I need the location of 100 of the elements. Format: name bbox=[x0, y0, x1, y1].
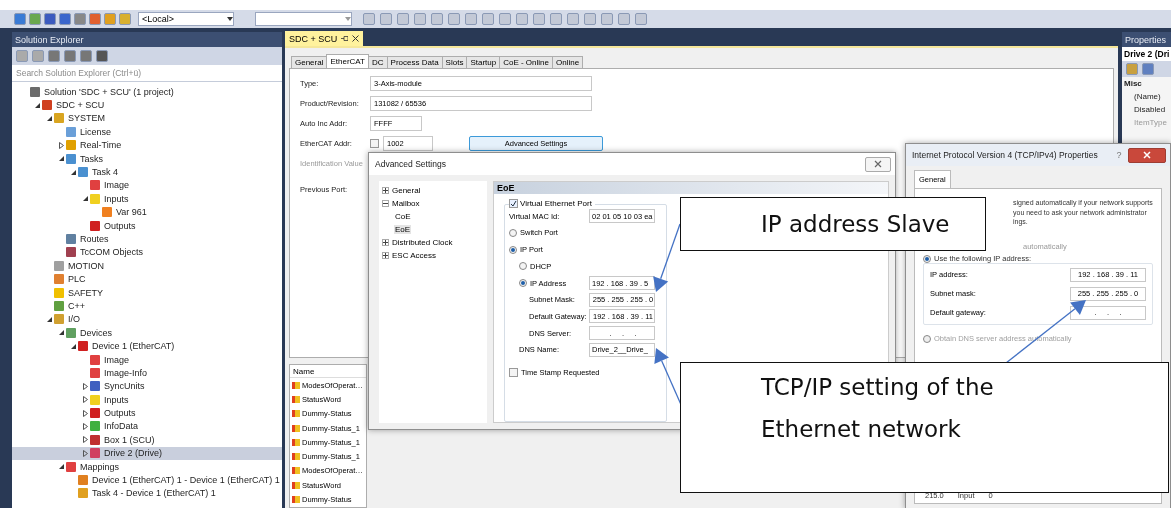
expand-icon[interactable] bbox=[382, 239, 389, 246]
tree-item[interactable]: Task 4 bbox=[12, 165, 282, 179]
collapsed-arrow-icon[interactable] bbox=[82, 382, 88, 390]
radio-button[interactable] bbox=[923, 254, 931, 263]
help-button[interactable]: ? bbox=[1110, 147, 1128, 163]
collapsed-arrow-icon[interactable] bbox=[82, 449, 88, 457]
tree-item[interactable]: Var 961 bbox=[12, 205, 282, 219]
tree-item[interactable]: Outputs bbox=[12, 218, 282, 233]
tree-item[interactable]: CoE bbox=[394, 212, 412, 221]
tree-item[interactable]: Real-Time bbox=[12, 138, 282, 152]
tree-item[interactable]: Devices bbox=[12, 326, 282, 340]
toolbar-button[interactable] bbox=[431, 13, 443, 25]
collapsed-arrow-icon[interactable] bbox=[58, 141, 64, 149]
tree-item[interactable]: Image bbox=[12, 352, 282, 367]
tree-item[interactable]: Outputs bbox=[12, 406, 282, 420]
expanded-arrow-icon[interactable] bbox=[46, 316, 52, 322]
search-field[interactable]: Search Solution Explorer (Ctrl+ü) bbox=[12, 65, 282, 82]
expand-icon[interactable] bbox=[382, 187, 389, 194]
expanded-arrow-icon[interactable] bbox=[58, 156, 64, 162]
tab[interactable]: DC bbox=[368, 56, 388, 68]
target-combo[interactable]: <Local> bbox=[138, 12, 234, 26]
tab[interactable]: Startup bbox=[466, 56, 501, 68]
tree-item[interactable]: Device 1 (EtherCAT) bbox=[12, 339, 282, 353]
expanded-arrow-icon[interactable] bbox=[70, 343, 76, 349]
checkbox[interactable] bbox=[509, 198, 518, 208]
toolbar-button[interactable] bbox=[550, 13, 562, 25]
tree-item[interactable]: InfoData bbox=[12, 419, 282, 434]
tree-item[interactable]: Image-Info bbox=[12, 366, 282, 380]
checkbox[interactable] bbox=[370, 138, 379, 148]
tree-item[interactable]: License bbox=[12, 125, 282, 139]
toolbar-button[interactable] bbox=[448, 13, 460, 25]
tree-item[interactable]: Device 1 (EtherCAT) 1 - Device 1 (EtherCAT) 1 bbox=[12, 473, 282, 487]
tree-item[interactable]: SYSTEM bbox=[12, 111, 282, 126]
expanded-arrow-icon[interactable] bbox=[70, 169, 76, 175]
tree-item[interactable]: Box 1 (SCU) bbox=[12, 433, 282, 447]
tree-item[interactable]: TcCOM Objects bbox=[12, 245, 282, 260]
tree-item[interactable]: Inputs bbox=[12, 393, 282, 407]
expanded-arrow-icon[interactable] bbox=[34, 102, 40, 108]
expand-icon[interactable] bbox=[382, 252, 389, 259]
toolbar-button[interactable] bbox=[618, 13, 630, 25]
toolbar-button[interactable] bbox=[635, 13, 647, 25]
radio-button[interactable] bbox=[509, 229, 517, 237]
tree-item[interactable]: Inputs bbox=[12, 192, 282, 206]
toolbar-button[interactable] bbox=[363, 13, 375, 25]
radio-button[interactable] bbox=[519, 279, 527, 288]
toolbar-button[interactable] bbox=[584, 13, 596, 25]
toolbar-button[interactable] bbox=[64, 50, 76, 62]
expanded-arrow-icon[interactable] bbox=[82, 196, 88, 202]
close-button[interactable] bbox=[865, 156, 891, 172]
tree-item[interactable]: Tasks bbox=[12, 151, 282, 166]
tree-item[interactable]: Routes bbox=[12, 232, 282, 246]
toolbar-button[interactable] bbox=[119, 13, 131, 25]
property-group[interactable]: Misc bbox=[1122, 77, 1171, 90]
expanded-arrow-icon[interactable] bbox=[58, 464, 64, 470]
radio-button[interactable] bbox=[519, 262, 527, 271]
tree-item[interactable]: General bbox=[391, 186, 422, 195]
tree-item[interactable]: Mailbox bbox=[391, 199, 421, 208]
tree-item[interactable]: SDC + SCU bbox=[12, 98, 282, 112]
checkbox[interactable] bbox=[509, 368, 518, 377]
pin-icon[interactable] bbox=[341, 36, 349, 41]
collapsed-arrow-icon[interactable] bbox=[82, 422, 88, 430]
tab[interactable]: Slots bbox=[441, 56, 468, 68]
tree-item[interactable]: EoE bbox=[394, 225, 412, 234]
expanded-arrow-icon[interactable] bbox=[46, 115, 52, 121]
toolbar-button[interactable] bbox=[80, 50, 92, 62]
tree-item[interactable]: PLC bbox=[12, 272, 282, 286]
toolbar-button[interactable] bbox=[516, 13, 528, 25]
tree-item[interactable]: Distributed Clock bbox=[391, 238, 454, 247]
tab[interactable]: Process Data bbox=[386, 56, 443, 68]
toolbar-button[interactable] bbox=[567, 13, 579, 25]
tab[interactable]: CoE - Online bbox=[499, 56, 553, 68]
collapsed-arrow-icon[interactable] bbox=[82, 436, 88, 444]
toolbar-button[interactable] bbox=[465, 13, 477, 25]
tab[interactable]: General bbox=[291, 56, 328, 68]
toolbar-button[interactable] bbox=[1142, 63, 1154, 75]
collapse-icon[interactable] bbox=[382, 200, 389, 207]
tree-item[interactable]: Solution 'SDC + SCU' (1 project) bbox=[12, 85, 282, 99]
toolbar-button[interactable] bbox=[96, 50, 108, 62]
collapsed-arrow-icon[interactable] bbox=[82, 409, 88, 417]
toolbar-button[interactable] bbox=[14, 13, 26, 25]
tree-item[interactable]: SAFETY bbox=[12, 285, 282, 300]
toolbar-button[interactable] bbox=[59, 13, 71, 25]
toolbar-button[interactable] bbox=[482, 13, 494, 25]
tree-item[interactable]: Task 4 - Device 1 (EtherCAT) 1 bbox=[12, 486, 282, 501]
toolbar-button[interactable] bbox=[533, 13, 545, 25]
close-button[interactable] bbox=[1128, 147, 1166, 163]
toolbar-button[interactable] bbox=[48, 50, 60, 62]
toolbar-button[interactable] bbox=[380, 13, 392, 25]
toolbar-button[interactable] bbox=[397, 13, 409, 25]
tree-item[interactable]: C++ bbox=[12, 299, 282, 313]
toolbar-button[interactable] bbox=[44, 13, 56, 25]
tab[interactable]: EtherCAT bbox=[326, 54, 369, 68]
tree-item[interactable]: Image bbox=[12, 178, 282, 193]
tree-item[interactable]: Drive 2 (Drive) bbox=[12, 446, 282, 460]
toolbar-button[interactable] bbox=[29, 13, 41, 25]
toolbar-button[interactable] bbox=[601, 13, 613, 25]
radio-button[interactable] bbox=[509, 245, 517, 254]
column-header[interactable]: Name bbox=[290, 365, 366, 378]
tree-item[interactable]: MOTION bbox=[12, 259, 282, 273]
toolbar-button[interactable] bbox=[499, 13, 511, 25]
